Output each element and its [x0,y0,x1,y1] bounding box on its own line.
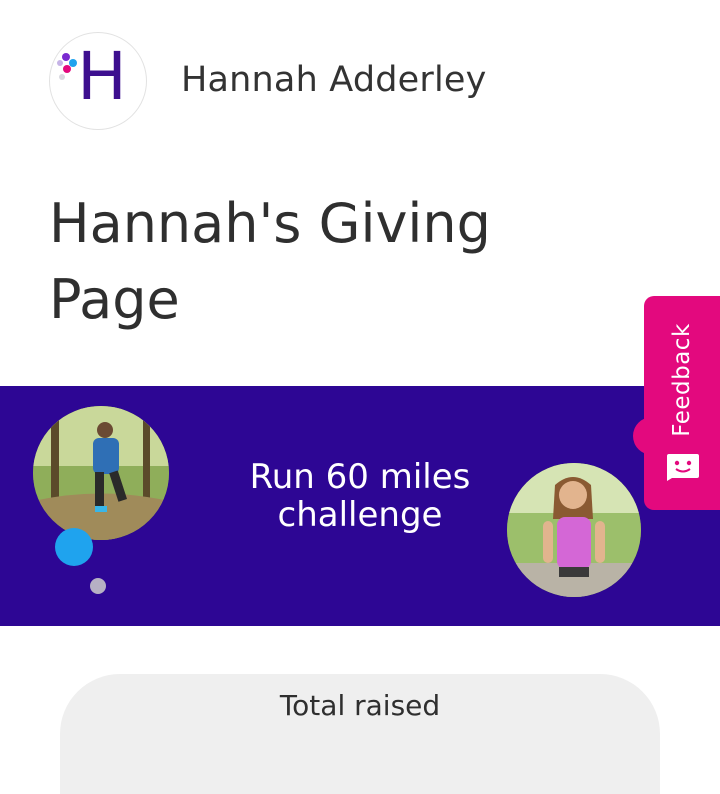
challenge-title-line1: Run 60 miles [249,457,471,497]
total-raised-card: Total raised [60,674,660,794]
challenge-title: Run 60 miles challenge [220,458,500,534]
chat-smile-icon [667,454,699,481]
owner-name[interactable]: Hannah Adderley [181,56,487,104]
decorative-blue-dot [55,528,93,566]
profile-avatar[interactable]: H [49,32,147,130]
feedback-label-wrap: Feedback [644,310,720,450]
total-raised-label: Total raised [279,689,441,722]
page-title: Hannah's Giving Page [49,192,491,331]
challenge-banner: Run 60 miles challenge [0,386,720,626]
feedback-tab[interactable]: Feedback [644,296,720,510]
runner-photo-man [33,406,169,540]
page-header: H Hannah Adderley [0,0,720,160]
challenge-title-line2: challenge [277,495,443,535]
feedback-label: Feedback [669,323,695,437]
runner-photo-woman [507,463,641,597]
decorative-grey-dot [90,578,106,594]
logo-letter: H [77,38,127,115]
